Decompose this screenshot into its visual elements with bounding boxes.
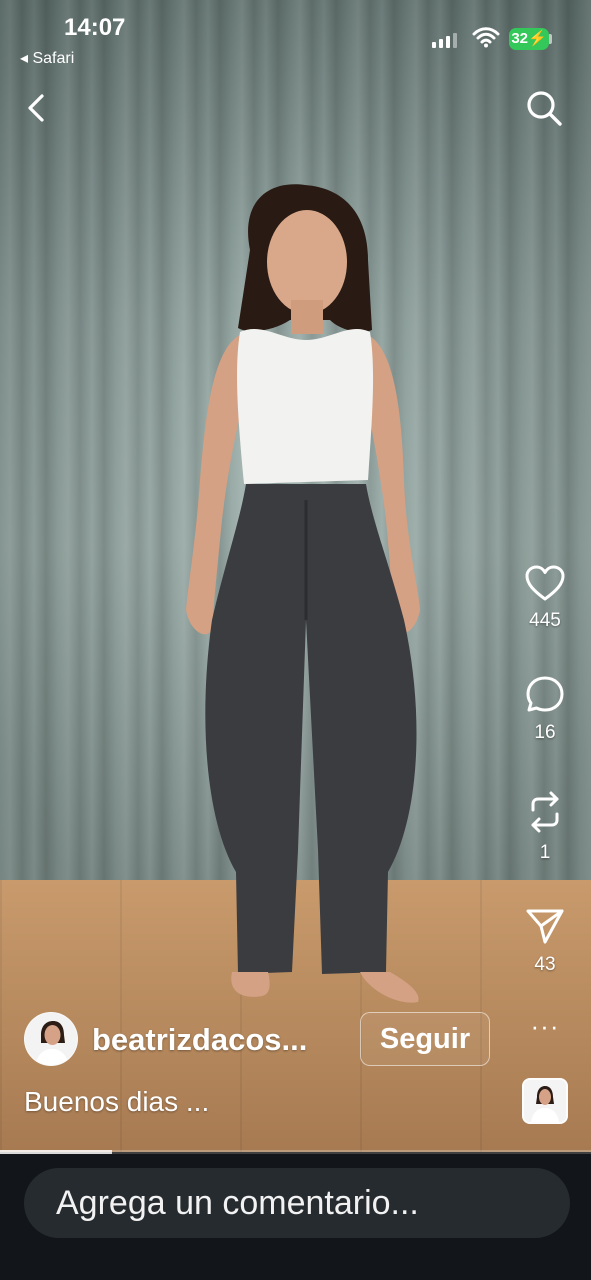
post-caption[interactable]: Buenos dias ... xyxy=(24,1086,209,1118)
more-options-icon[interactable]: ··· xyxy=(520,1013,570,1046)
heart-icon xyxy=(525,565,565,601)
battery-indicator: 32⚡ xyxy=(509,28,549,50)
comment-bar: Agrega un comentario... xyxy=(0,1154,591,1280)
send-icon xyxy=(526,909,564,944)
share-count: 43 xyxy=(534,954,556,975)
follow-button[interactable]: Seguir xyxy=(360,1012,490,1066)
like-count: 445 xyxy=(529,610,561,631)
reel-video[interactable] xyxy=(0,0,591,1152)
repost-icon xyxy=(531,791,559,833)
comment-bubble-icon xyxy=(526,676,564,712)
like-button[interactable]: 445 xyxy=(512,564,578,632)
comment-button[interactable]: 16 xyxy=(512,674,578,744)
search-icon[interactable] xyxy=(524,88,564,128)
comment-placeholder: Agrega un comentario... xyxy=(56,1184,419,1222)
repost-count: 1 xyxy=(539,842,551,863)
person-figure xyxy=(186,184,420,1003)
audio-thumbnail[interactable] xyxy=(522,1078,568,1124)
username[interactable]: beatrizdacos... xyxy=(92,1022,340,1058)
back-to-safari-link[interactable]: ◂ Safari xyxy=(20,48,74,68)
comment-input[interactable]: Agrega un comentario... xyxy=(24,1168,570,1238)
status-time: 14:07 xyxy=(64,14,126,41)
audio-thumbnail-photo xyxy=(524,1080,566,1122)
repost-button[interactable]: 1 xyxy=(512,790,578,864)
battery-level: 32 xyxy=(511,30,528,47)
author-row: beatrizdacos... Seguir xyxy=(24,1012,494,1068)
share-button[interactable]: 43 xyxy=(512,906,578,976)
status-bar: 14:07 ◂ Safari 32⚡ xyxy=(0,0,591,70)
battery-tip xyxy=(549,34,552,44)
avatar[interactable] xyxy=(24,1012,78,1066)
avatar-photo xyxy=(25,1013,77,1065)
comment-count: 16 xyxy=(534,722,556,743)
cellular-signal-icon xyxy=(432,32,457,48)
wifi-icon xyxy=(472,27,500,48)
chevron-left-icon[interactable] xyxy=(20,90,56,126)
